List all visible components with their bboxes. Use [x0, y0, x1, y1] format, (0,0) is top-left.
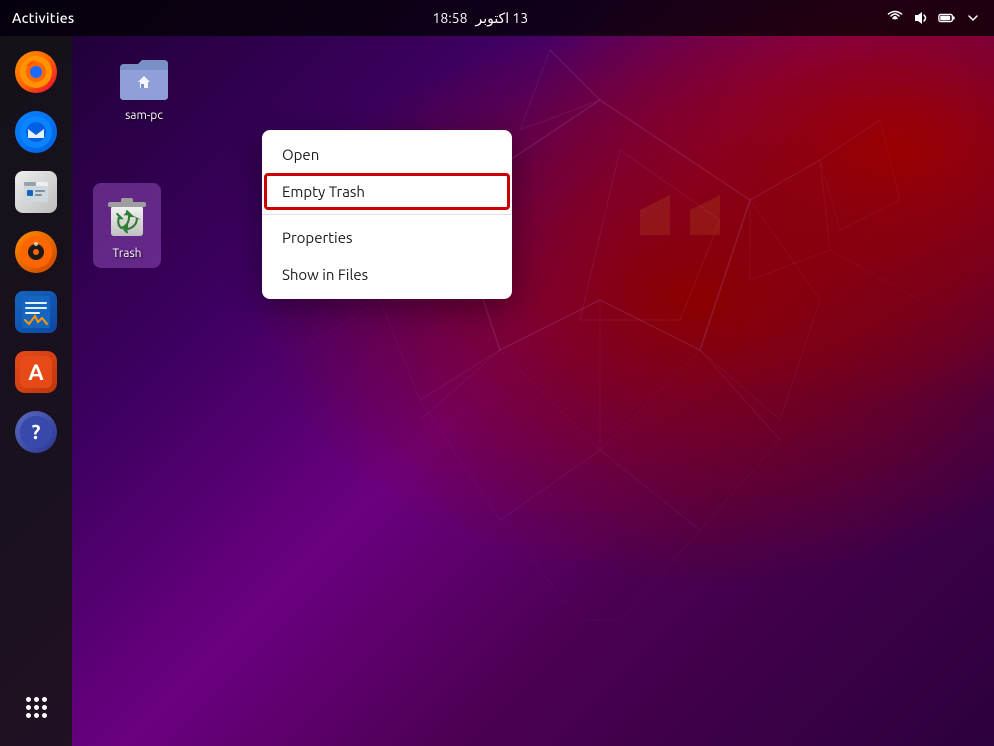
help-icon: ? [15, 411, 57, 453]
battery-icon[interactable] [938, 9, 956, 27]
context-menu-separator [262, 214, 512, 215]
dock-item-firefox[interactable] [10, 46, 62, 98]
libreoffice-icon [15, 291, 57, 333]
dock-item-help[interactable]: ? [10, 406, 62, 458]
dock-item-rhythmbox[interactable] [10, 226, 62, 278]
appcenter-icon: A [15, 351, 57, 393]
volume-icon[interactable] [912, 9, 930, 27]
dock: A ? [0, 36, 72, 746]
topbar-date: 13 اکتوبر [475, 10, 528, 27]
topbar-left: Activities [12, 10, 75, 26]
topbar-time: 18:58 [432, 10, 467, 26]
topbar: Activities 13 اکتوبر 18:58 [0, 0, 994, 36]
context-menu-empty-trash[interactable]: Empty Trash [264, 173, 510, 210]
network-icon[interactable] [886, 9, 904, 27]
app-grid-icon [22, 693, 51, 722]
dock-item-appcenter[interactable]: A [10, 346, 62, 398]
svg-text:A: A [28, 360, 44, 385]
dock-item-libreoffice[interactable] [10, 286, 62, 338]
rhythmbox-icon [15, 231, 57, 273]
chevron-down-icon[interactable] [964, 9, 982, 27]
trash-label: Trash [112, 247, 141, 260]
context-menu-open[interactable]: Open [262, 136, 512, 173]
context-menu-show-in-files[interactable]: Show in Files [262, 256, 512, 293]
activities-button[interactable]: Activities [12, 10, 75, 26]
files-icon [15, 171, 57, 213]
desktop-icon-trash[interactable]: Trash [93, 183, 161, 268]
topbar-center: 13 اکتوبر 18:58 [432, 10, 528, 27]
firefox-icon [15, 51, 57, 93]
dock-item-files[interactable] [10, 166, 62, 218]
sam-pc-label: sam-pc [125, 109, 163, 122]
thunderbird-icon [15, 111, 57, 153]
context-menu-properties[interactable]: Properties [262, 219, 512, 256]
folder-icon [118, 53, 170, 105]
dock-item-show-apps[interactable] [10, 678, 62, 730]
svg-text:?: ? [32, 420, 41, 443]
trash-icon [101, 191, 153, 243]
dock-item-thunderbird[interactable] [10, 106, 62, 158]
topbar-right [886, 9, 982, 27]
desktop-icon-sam-pc[interactable]: sam-pc [110, 45, 178, 130]
context-menu: Open Empty Trash Properties Show in File… [262, 130, 512, 299]
